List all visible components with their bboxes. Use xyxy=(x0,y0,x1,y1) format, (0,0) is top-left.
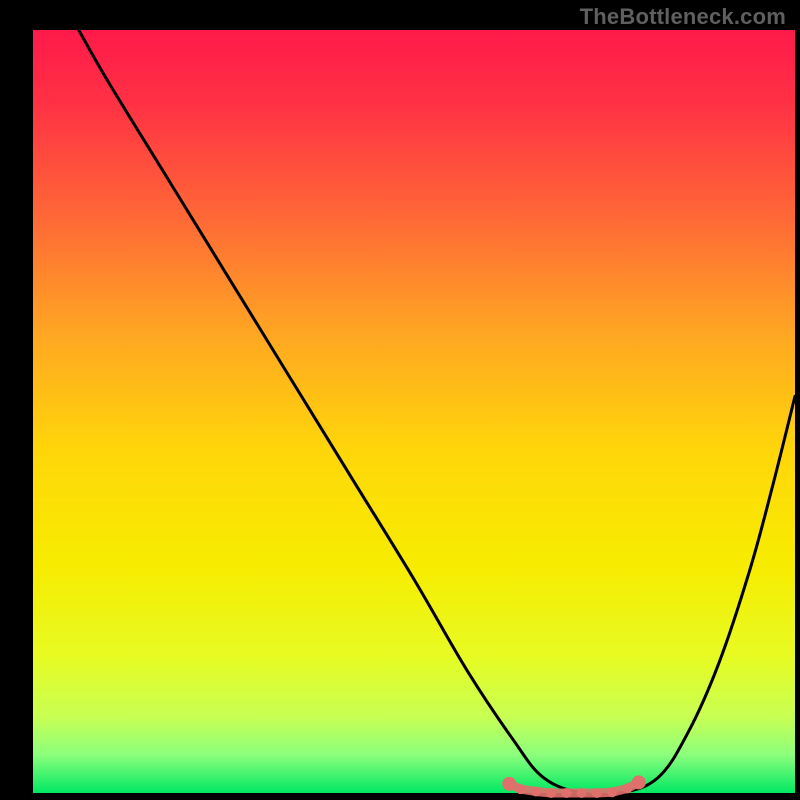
optimal-marker xyxy=(531,786,541,796)
optimal-marker xyxy=(607,787,617,797)
optimal-marker xyxy=(577,788,587,798)
optimal-marker xyxy=(592,788,602,798)
optimal-marker xyxy=(502,777,516,791)
optimal-marker xyxy=(622,783,632,793)
optimal-marker xyxy=(516,784,526,794)
watermark-text: TheBottleneck.com xyxy=(580,4,786,30)
optimal-marker xyxy=(561,788,571,798)
bottleneck-chart xyxy=(0,0,800,800)
optimal-marker xyxy=(546,788,556,798)
chart-frame: TheBottleneck.com xyxy=(0,0,800,800)
optimal-marker xyxy=(632,775,646,789)
